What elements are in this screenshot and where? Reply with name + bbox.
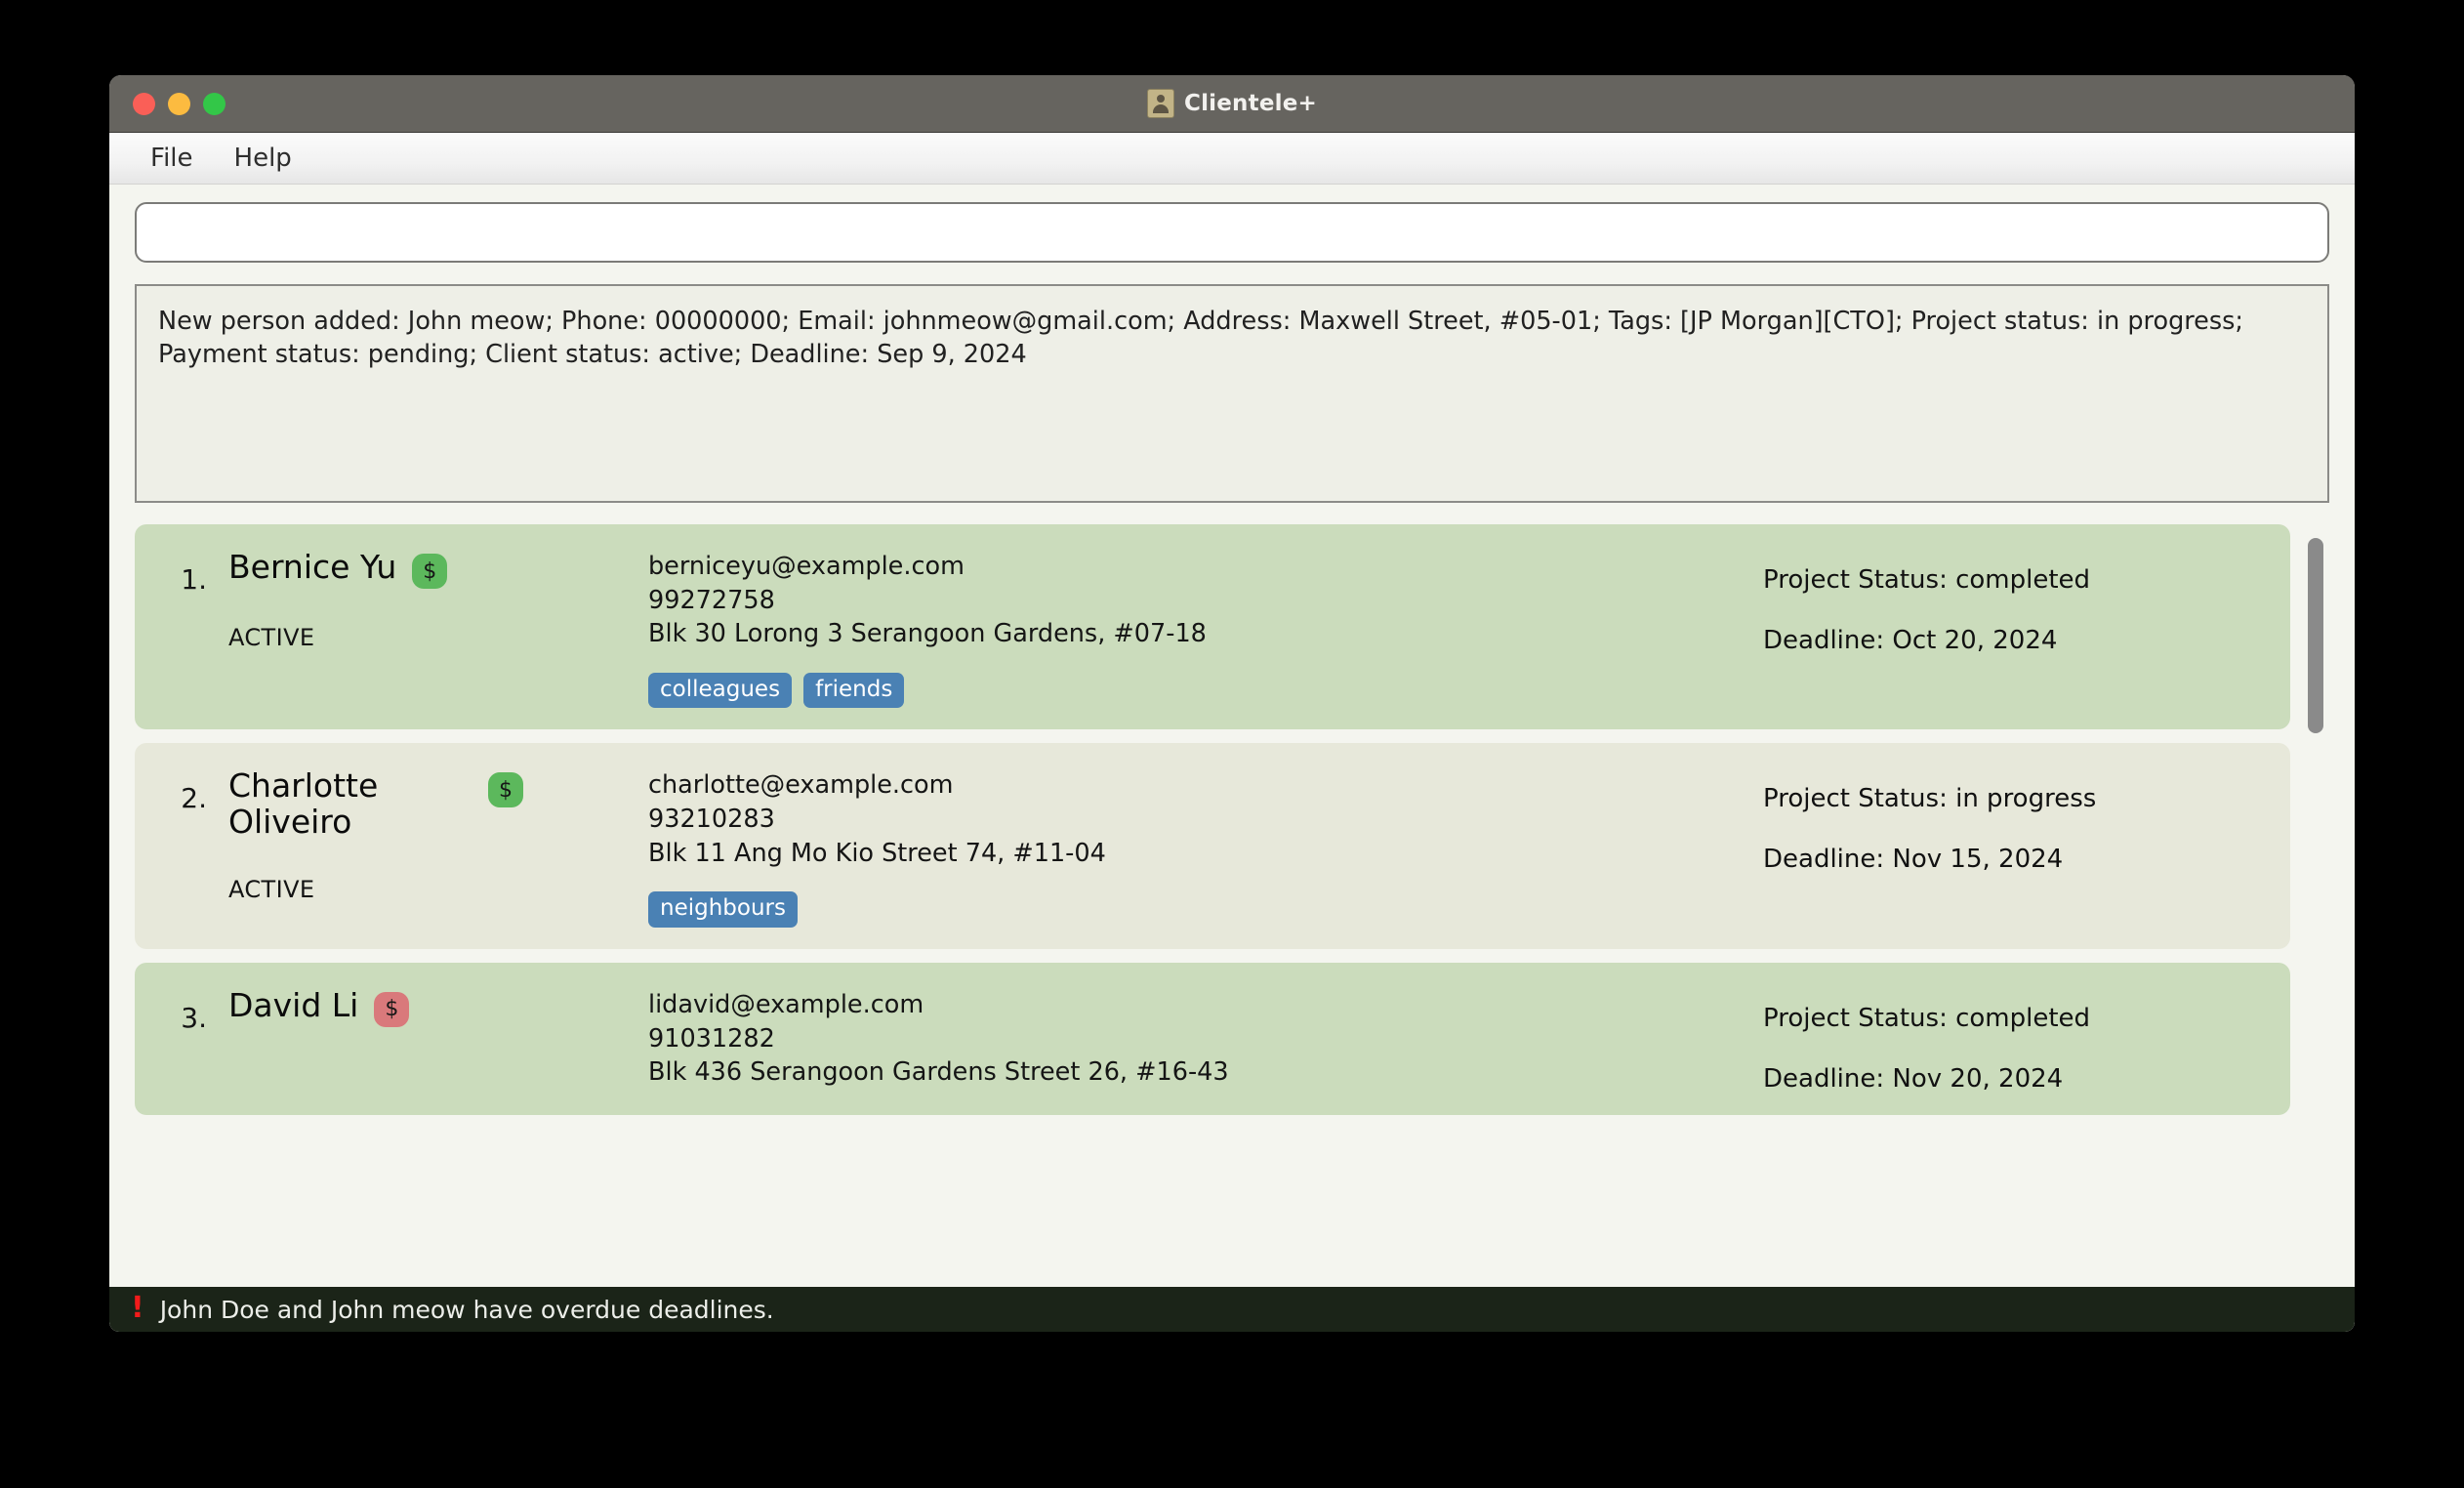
- person-card[interactable]: 2. Charlotte Oliveiro $ ACTIVE charlotte@exa…: [135, 743, 2290, 949]
- person-name-column: Bernice Yu $ ACTIVE: [228, 548, 648, 651]
- person-status-column: Project Status: completed Deadline: Nov 2…: [1744, 988, 2290, 1094]
- person-phone: 99272758: [648, 585, 775, 615]
- project-status: Project Status: completed: [1763, 565, 2091, 595]
- app-window: Clientele+ File Help New person added: J…: [109, 75, 2355, 1332]
- window-title: Clientele+: [1184, 91, 1317, 116]
- project-deadline: Deadline: Nov 15, 2024: [1763, 845, 2064, 875]
- person-tag: neighbours: [648, 891, 798, 928]
- person-index: 2.: [181, 782, 207, 815]
- title-bar: Clientele+: [109, 75, 2355, 133]
- person-contact-column: lidavid@example.com 91031282 Blk 436 Seran…: [648, 988, 1744, 1090]
- menu-item-help[interactable]: Help: [219, 140, 308, 177]
- project-status: Project Status: completed: [1763, 1003, 2091, 1033]
- person-card[interactable]: 1. Bernice Yu $ ACTIVE berniceyu@example.com…: [135, 524, 2290, 730]
- person-list: 1. Bernice Yu $ ACTIVE berniceyu@example.com…: [135, 524, 2329, 1287]
- person-name-row: Charlotte Oliveiro $: [228, 766, 638, 842]
- exclamation-icon: !: [131, 1291, 144, 1325]
- command-input[interactable]: [135, 202, 2329, 263]
- person-phone: 93210283: [648, 805, 775, 835]
- minimize-window-button[interactable]: [168, 92, 190, 115]
- person-status-column: Project Status: in progress Deadline: Nov…: [1744, 768, 2290, 874]
- person-tag: friends: [803, 673, 905, 709]
- person-contact-column: charlotte@example.com 93210283 Blk 11 Ang …: [648, 768, 1744, 928]
- person-index: 1.: [181, 563, 207, 596]
- payment-status-badge: $: [412, 554, 448, 589]
- person-name-row: Bernice Yu $: [228, 548, 638, 589]
- person-tag-row: colleagues friends: [648, 673, 1744, 709]
- person-address: Blk 11 Ang Mo Kio Street 74, #11-04: [648, 838, 1106, 868]
- payment-status-badge: $: [374, 991, 410, 1027]
- person-tag: colleagues: [648, 673, 793, 709]
- project-deadline: Deadline: Oct 20, 2024: [1763, 626, 2058, 655]
- list-scrollbar[interactable]: [2306, 524, 2325, 1287]
- person-contact-column: berniceyu@example.com 99272758 Blk 30 Loro…: [648, 550, 1744, 709]
- person-name: Bernice Yu: [228, 548, 397, 586]
- status-bar: ! John Doe and John meow have overdue de…: [109, 1287, 2355, 1332]
- person-status-column: Project Status: completed Deadline: Oct 2…: [1744, 550, 2290, 655]
- person-name-row: David Li $: [228, 985, 638, 1027]
- payment-status-badge: $: [488, 772, 523, 808]
- person-phone: 91031282: [648, 1023, 775, 1054]
- person-list-inner: 1. Bernice Yu $ ACTIVE berniceyu@example.com…: [135, 524, 2290, 1115]
- person-name: Charlotte Oliveiro: [228, 766, 379, 842]
- title-group: Clientele+: [109, 75, 2355, 132]
- close-window-button[interactable]: [133, 92, 155, 115]
- project-status: Project Status: in progress: [1763, 784, 2097, 814]
- menu-bar: File Help: [109, 133, 2355, 185]
- person-name-column: David Li $: [228, 985, 648, 1062]
- person-address: Blk 30 Lorong 3 Serangoon Gardens, #07-1…: [648, 619, 1207, 649]
- list-scrollbar-thumb[interactable]: [2308, 538, 2323, 733]
- person-card[interactable]: 3. David Li $ lidavid@example.com 91031282 Bl…: [135, 962, 2290, 1115]
- client-status-label: ACTIVE: [228, 624, 315, 651]
- window-body: New person added: John meow; Phone: 0000…: [109, 185, 2355, 1287]
- client-status-label: ACTIVE: [228, 876, 315, 904]
- project-deadline: Deadline: Nov 20, 2024: [1763, 1063, 2064, 1094]
- window-controls: [133, 92, 226, 115]
- person-email: berniceyu@example.com: [648, 552, 965, 581]
- person-email: charlotte@example.com: [648, 770, 954, 801]
- menu-item-file[interactable]: File: [135, 140, 209, 177]
- person-tag-row: neighbours: [648, 891, 1744, 928]
- person-email: lidavid@example.com: [648, 989, 924, 1019]
- person-address: Blk 436 Serangoon Gardens Street 26, #16…: [648, 1057, 1229, 1088]
- person-index: 3.: [181, 1001, 207, 1034]
- address-book-icon: [1147, 89, 1175, 118]
- person-name-column: Charlotte Oliveiro $ ACTIVE: [228, 766, 648, 904]
- maximize-window-button[interactable]: [203, 92, 226, 115]
- status-bar-message: John Doe and John meow have overdue dead…: [159, 1295, 774, 1324]
- person-name: David Li: [228, 985, 359, 1024]
- result-display: New person added: John meow; Phone: 0000…: [135, 284, 2329, 503]
